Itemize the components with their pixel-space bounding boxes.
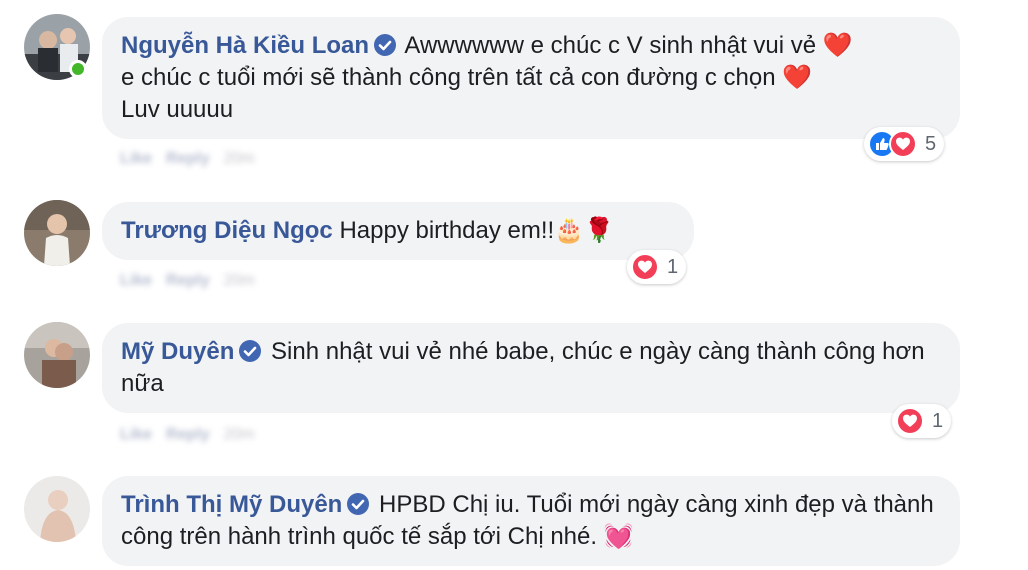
reaction-summary[interactable]: 1 [892, 404, 952, 438]
love-reaction-icon [631, 253, 659, 281]
love-reaction-icon [896, 407, 924, 435]
comment-bubble: Nguyễn Hà Kiều Loan Awwwwww e chúc c V s… [102, 17, 960, 139]
like-action[interactable]: Like [120, 150, 152, 168]
comment-bubble: Trương Diệu Ngọc Happy birthday em!!🎂🌹 [102, 202, 694, 260]
reply-action[interactable]: Reply [166, 426, 210, 444]
online-status-dot [69, 60, 87, 78]
comment-actions: Like Reply 20m [120, 150, 255, 168]
comment-author[interactable]: Trương Diệu Ngọc [121, 217, 333, 244]
verified-badge-icon [374, 34, 397, 56]
avatar[interactable] [24, 200, 90, 266]
avatar[interactable] [24, 322, 90, 388]
comment-actions: Like Reply 20m [120, 272, 255, 290]
comment-timestamp[interactable]: 20m [224, 150, 255, 168]
comment-author[interactable]: Nguyễn Hà Kiều Loan [121, 32, 369, 59]
avatar[interactable] [24, 476, 90, 542]
reaction-summary[interactable]: 1 [627, 250, 687, 284]
verified-badge-icon [347, 493, 370, 515]
reaction-count: 1 [667, 255, 679, 278]
reply-action[interactable]: Reply [166, 272, 210, 290]
reaction-count: 1 [932, 409, 944, 432]
reaction-count: 5 [925, 132, 937, 155]
reaction-summary[interactable]: 5 [864, 127, 945, 161]
comment-author[interactable]: Trình Thị Mỹ Duyên [121, 491, 342, 518]
like-action[interactable]: Like [120, 272, 152, 290]
comment-author[interactable]: Mỹ Duyên [121, 338, 234, 365]
comment-timestamp[interactable]: 20m [224, 426, 255, 444]
comment-bubble: Trình Thị Mỹ Duyên HPBD Chị iu. Tuổi mới… [102, 476, 960, 566]
comment-timestamp[interactable]: 20m [224, 272, 255, 290]
comment-text-line: Awwwwww e chúc c V sinh nhật vui vẻ ❤️ [404, 32, 853, 59]
comment-bubble: Mỹ Duyên Sinh nhật vui vẻ nhé babe, chúc… [102, 323, 960, 413]
reply-action[interactable]: Reply [166, 150, 210, 168]
comment-text-line: e chúc c tuổi mới sẽ thành công trên tất… [121, 64, 813, 91]
comment-actions: Like Reply 20m [120, 426, 255, 444]
comment-text: Happy birthday em!!🎂🌹 [339, 217, 614, 244]
verified-badge-icon [239, 340, 262, 362]
comment-text-line: Luv uuuuu [121, 96, 234, 123]
love-reaction-icon [889, 130, 917, 158]
like-action[interactable]: Like [120, 426, 152, 444]
